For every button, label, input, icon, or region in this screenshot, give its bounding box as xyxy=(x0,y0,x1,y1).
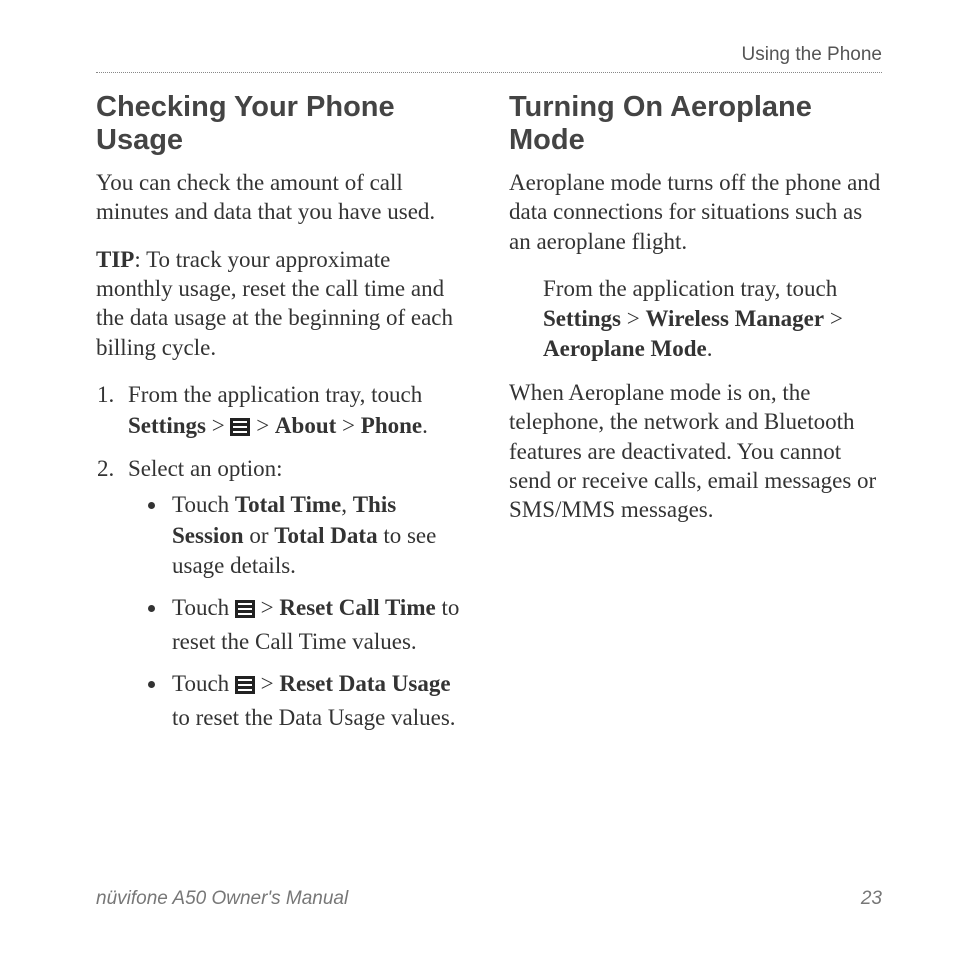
section-heading-aeroplane: Turning On Aeroplane Mode xyxy=(509,91,882,158)
page-header: Using the Phone xyxy=(96,44,882,73)
b1-total-time: Total Time xyxy=(235,492,341,517)
b1-sep2: or xyxy=(244,523,275,548)
b3-reset-data-usage: Reset Data Usage xyxy=(279,671,450,696)
aeroplane-outro: When Aeroplane mode is on, the telephone… xyxy=(509,378,882,525)
menu-icon xyxy=(235,596,255,626)
page-footer: nüvifone A50 Owner's Manual 23 xyxy=(96,888,882,910)
astep-end: . xyxy=(707,336,713,361)
astep-sep2: > xyxy=(824,306,843,331)
aeroplane-step: From the application tray, touch Setting… xyxy=(543,274,882,364)
intro-paragraph: You can check the amount of call minutes… xyxy=(96,168,469,227)
right-column: Turning On Aeroplane Mode Aeroplane mode… xyxy=(509,91,882,745)
tip-paragraph: TIP: To track your approximate monthly u… xyxy=(96,245,469,363)
option-3: Touch > Reset Data Usage to reset the Da… xyxy=(168,669,469,733)
astep-pre: From the application tray, touch xyxy=(543,276,837,301)
step1-about: About xyxy=(275,413,336,438)
step1-pre: From the application tray, touch xyxy=(128,382,422,407)
menu-icon xyxy=(235,672,255,702)
astep-wireless-manager: Wireless Manager xyxy=(645,306,824,331)
aeroplane-intro: Aeroplane mode turns off the phone and d… xyxy=(509,168,882,256)
step-2: Select an option: Touch Total Time, This… xyxy=(120,454,469,733)
step1-phone: Phone xyxy=(361,413,422,438)
menu-icon xyxy=(230,414,250,444)
content-columns: Checking Your Phone Usage You can check … xyxy=(96,91,882,745)
step1-sep1: > xyxy=(206,413,230,438)
tip-text: : To track your approximate monthly usag… xyxy=(96,247,453,360)
step1-sep3: > xyxy=(336,413,360,438)
manual-page: Using the Phone Checking Your Phone Usag… xyxy=(0,0,954,954)
b2-reset-call-time: Reset Call Time xyxy=(279,595,435,620)
footer-manual-name: nüvifone A50 Owner's Manual xyxy=(96,888,348,910)
tip-label: TIP xyxy=(96,247,134,272)
b2-sep: > xyxy=(255,595,279,620)
b3-post: to reset the Data Usage values. xyxy=(172,705,456,730)
b1-sep1: , xyxy=(341,492,353,517)
option-1: Touch Total Time, This Session or Total … xyxy=(168,490,469,581)
step2-text: Select an option: xyxy=(128,456,283,481)
step1-sep2: > xyxy=(250,413,274,438)
b3-sep: > xyxy=(255,671,279,696)
step1-end: . xyxy=(422,413,428,438)
left-column: Checking Your Phone Usage You can check … xyxy=(96,91,469,745)
section-heading-usage: Checking Your Phone Usage xyxy=(96,91,469,158)
b2-pre: Touch xyxy=(172,595,235,620)
b1-total-data: Total Data xyxy=(274,523,377,548)
options-list: Touch Total Time, This Session or Total … xyxy=(128,490,469,733)
footer-page-number: 23 xyxy=(861,888,882,910)
step1-settings: Settings xyxy=(128,413,206,438)
b3-pre: Touch xyxy=(172,671,235,696)
astep-settings: Settings xyxy=(543,306,621,331)
astep-aeroplane-mode: Aeroplane Mode xyxy=(543,336,707,361)
astep-sep1: > xyxy=(621,306,645,331)
b1-pre: Touch xyxy=(172,492,235,517)
steps-list: From the application tray, touch Setting… xyxy=(96,380,469,733)
step-1: From the application tray, touch Setting… xyxy=(120,380,469,444)
option-2: Touch > Reset Call Time to reset the Cal… xyxy=(168,593,469,657)
